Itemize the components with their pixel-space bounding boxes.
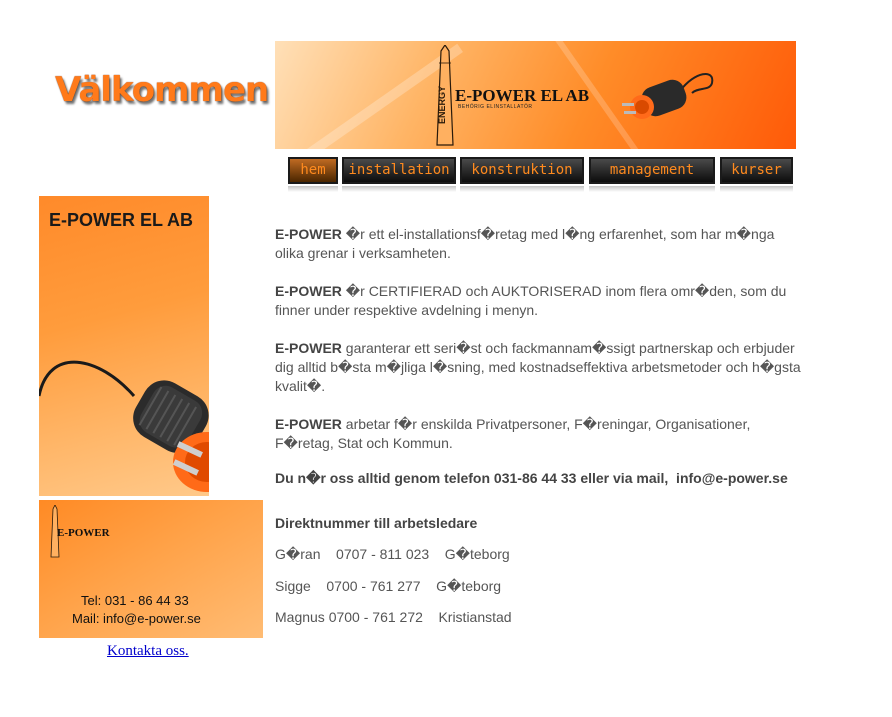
contact-line: Du n�r oss alltid genom telefon 031-86 4… [275, 470, 788, 486]
nav-management[interactable]: management [589, 157, 715, 192]
sidebar-contact-card: E-POWER Tel: 031 - 86 44 33 Mail: info@e… [39, 500, 263, 638]
banner-tagline: BEHÖRIG ELINSTALLATÖR [458, 104, 533, 110]
welcome-heading: Välkommen [55, 70, 269, 110]
nav-installation[interactable]: installation [342, 157, 456, 192]
plug-icon [622, 73, 714, 119]
logo-tower-text: ENERGY [437, 86, 447, 124]
banner-brand: E-POWER EL AB [455, 86, 590, 105]
direct-numbers-heading: Direktnummer till arbetsledare [275, 515, 478, 531]
sidebar-company-card: E-POWER EL AB [39, 196, 209, 496]
header-banner: ENERGY E-POWER EL AB BEHÖRIG ELINSTALLAT… [275, 41, 796, 149]
contact-row-sigge: Sigge 0700 - 761 277 G�teborg [275, 578, 502, 594]
plug-illustration-icon [39, 360, 209, 492]
intro-paragraph-1: E-POWER �r ett el-installationsf�retag m… [275, 226, 775, 261]
sidebar-tel: Tel: 031 - 86 44 33 [81, 593, 189, 608]
intro-paragraph-3: E-POWER garanterar ett seri�st och fackm… [275, 340, 801, 394]
sidebar-mini-brand: E-POWER [57, 527, 110, 539]
nav-hem[interactable]: hem [288, 157, 338, 192]
nav-kurser[interactable]: kurser [720, 157, 793, 192]
contact-link[interactable]: Kontakta oss. [107, 643, 189, 660]
contact-row-magnus: Magnus 0700 - 761 272 Kristianstad [275, 609, 512, 625]
intro-paragraph-4: E-POWER arbetar f�r enskilda Privatperso… [275, 416, 751, 451]
nav-konstruktion[interactable]: konstruktion [460, 157, 584, 192]
sidebar-mail: Mail: info@e-power.se [72, 611, 201, 626]
intro-paragraph-2: E-POWER �r CERTIFIERAD och AUKTORISERAD … [275, 283, 787, 318]
contact-row-goran: G�ran 0707 - 811 023 G�teborg [275, 546, 510, 562]
